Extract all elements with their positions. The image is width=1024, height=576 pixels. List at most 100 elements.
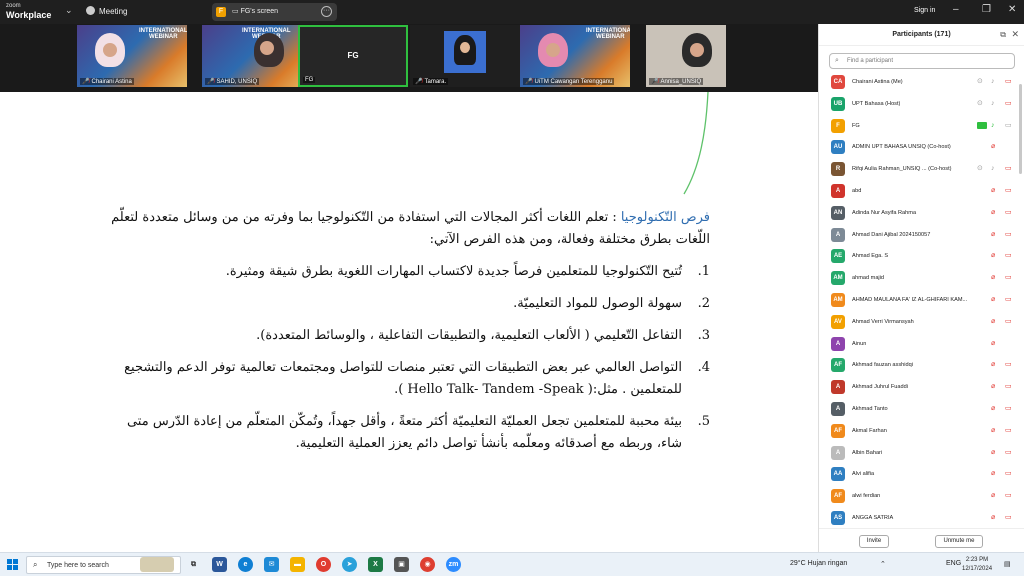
edge-icon[interactable]: e — [238, 557, 253, 572]
video-off-icon[interactable]: ▭ — [1005, 318, 1012, 326]
tray-overflow-icon[interactable]: ⌃ — [880, 560, 886, 568]
mic-muted-icon[interactable]: ⌀ — [991, 492, 995, 500]
mic-muted-icon[interactable]: ⌀ — [991, 143, 995, 151]
mic-muted-icon[interactable]: ⌀ — [991, 470, 995, 478]
notification-icon[interactable]: ▤ — [1004, 560, 1011, 568]
participant-row[interactable]: R Rifqi Aulia Rahman_UNSIQ ... (Co-host) ⊙… — [819, 159, 1024, 181]
participant-row[interactable]: A Ainun ⌀ — [819, 334, 1024, 356]
participant-row[interactable]: AM AHMAD MAULANA FA' IZ AL-GHIFARI KAM...… — [819, 290, 1024, 312]
raise-hand-icon[interactable]: ⊙ — [977, 165, 983, 173]
video-off-icon[interactable]: ▭ — [1005, 78, 1012, 86]
video-on-icon[interactable] — [977, 121, 987, 129]
mic-icon[interactable]: ♪ — [991, 78, 995, 86]
opera-icon[interactable]: O — [316, 557, 331, 572]
mic-muted-icon[interactable]: ⌀ — [991, 209, 995, 217]
sign-in-link[interactable]: Sign in — [914, 7, 935, 14]
video-off-icon[interactable]: ▭ — [1005, 514, 1012, 522]
close-panel-icon[interactable]: ✕ — [1011, 29, 1019, 40]
participant-row[interactable]: A Akhmad Juhrul Fuaddi ⌀ ▭ — [819, 377, 1024, 399]
video-tile[interactable]: INTERNATIONAL WEBINAR 🎤̸ Chairani Astina — [77, 25, 187, 87]
video-off-icon[interactable]: ▭ — [1005, 296, 1012, 304]
task-view-icon[interactable]: ⧉ — [186, 557, 201, 572]
file-explorer-icon[interactable]: ▬ — [290, 557, 305, 572]
video-tile[interactable]: 🎤̸ Tamara. — [410, 25, 520, 87]
language-indicator[interactable]: ENG — [946, 560, 961, 567]
participant-row[interactable]: AU ADMIN UPT BAHASA UNSIQ (Co-host) ⌀ — [819, 137, 1024, 159]
raise-hand-icon[interactable]: ⊙ — [977, 100, 983, 108]
mic-muted-icon[interactable]: ⌀ — [991, 383, 995, 391]
mic-muted-icon[interactable]: ⌀ — [991, 427, 995, 435]
video-tile[interactable]: INTERNATIONALWEBINAR 🎤̸SAHID, UNSIQ — [202, 25, 312, 87]
video-off-icon[interactable]: ▭ — [1005, 209, 1012, 217]
mic-muted-icon[interactable]: ⌀ — [991, 252, 995, 260]
participant-row[interactable]: AV Ahmad Verri Virmansyah ⌀ ▭ — [819, 312, 1024, 334]
mic-muted-icon[interactable]: ⌀ — [991, 405, 995, 413]
video-off-icon[interactable]: ▭ — [1005, 492, 1012, 500]
mic-icon[interactable]: ♪ — [991, 122, 995, 130]
minimize-icon[interactable]: – — [953, 4, 959, 15]
video-off-icon[interactable]: ▭ — [1005, 122, 1012, 130]
invite-button[interactable]: Invite — [859, 535, 889, 548]
video-tile[interactable]: INTERNATIONAL WEBINAR 🎤̸ UiTM Cawangan Ter… — [520, 25, 630, 87]
mic-muted-icon[interactable]: ⌀ — [991, 187, 995, 195]
weather-widget[interactable]: 29°C Hujan ringan — [790, 560, 847, 567]
video-off-icon[interactable]: ▭ — [1005, 405, 1012, 413]
video-tile-active-speaker[interactable]: FG FG — [298, 25, 408, 87]
participant-row[interactable]: AF alwi ferdian ⌀ ▭ — [819, 486, 1024, 508]
mic-muted-icon[interactable]: ⌀ — [991, 361, 995, 369]
news-widget-icon[interactable] — [140, 557, 174, 572]
participant-row[interactable]: CA Chairani Astina (Me) ⊙ ♪ ▭ — [819, 72, 1024, 94]
mic-muted-icon[interactable]: ⌀ — [991, 274, 995, 282]
close-icon[interactable]: ✕ — [1008, 4, 1016, 15]
video-off-icon[interactable]: ▭ — [1005, 449, 1012, 457]
chevron-down-icon[interactable]: ⌄ — [65, 5, 73, 16]
participant-row[interactable]: A Albin Bahari ⌀ ▭ — [819, 443, 1024, 465]
participant-row[interactable]: AE Ahmad Ega. S ⌀ ▭ — [819, 246, 1024, 268]
word-icon[interactable]: W — [212, 557, 227, 572]
participant-row[interactable]: A Akhmad Tanto ⌀ ▭ — [819, 399, 1024, 421]
video-off-icon[interactable]: ▭ — [1005, 274, 1012, 282]
mic-muted-icon[interactable]: ⌀ — [991, 318, 995, 326]
more-options-icon[interactable]: ··· — [321, 6, 332, 17]
app-icon[interactable]: ▣ — [394, 557, 409, 572]
video-off-icon[interactable]: ▭ — [1005, 383, 1012, 391]
mic-muted-icon[interactable]: ⌀ — [991, 231, 995, 239]
video-off-icon[interactable]: ▭ — [1005, 100, 1012, 108]
video-off-icon[interactable]: ▭ — [1005, 427, 1012, 435]
video-off-icon[interactable]: ▭ — [1005, 231, 1012, 239]
clock[interactable]: 2:23 PM 12/17/2024 — [962, 556, 992, 574]
mic-muted-icon[interactable]: ⌀ — [991, 514, 995, 522]
mic-icon[interactable]: ♪ — [991, 165, 995, 173]
participant-row[interactable]: AF Akhmad fauzan asshidqi ⌀ ▭ — [819, 355, 1024, 377]
participant-row[interactable]: AF Akmal Farhan ⌀ ▭ — [819, 421, 1024, 443]
screen-share-indicator[interactable]: F ▭ FG's screen ··· — [212, 3, 337, 21]
video-off-icon[interactable]: ▭ — [1005, 470, 1012, 478]
telegram-icon[interactable]: ➤ — [342, 557, 357, 572]
participant-row[interactable]: AA Alvi alifia ⌀ ▭ — [819, 464, 1024, 486]
pop-out-icon[interactable]: ⧉ — [1000, 30, 1006, 40]
participant-row[interactable]: AN Adinda Nur Asyifa Rahma ⌀ ▭ — [819, 203, 1024, 225]
mic-icon[interactable]: ♪ — [991, 100, 995, 108]
mic-muted-icon[interactable]: ⌀ — [991, 296, 995, 304]
mic-muted-icon[interactable]: ⌀ — [991, 449, 995, 457]
participant-row[interactable]: UB UPT Bahasa (Host) ⊙ ♪ ▭ — [819, 94, 1024, 116]
unmute-me-button[interactable]: Unmute me — [935, 535, 983, 548]
participant-search-input[interactable]: ⌕ Find a participant — [829, 53, 1015, 69]
raise-hand-icon[interactable]: ⊙ — [977, 78, 983, 86]
zoom-icon[interactable]: zm — [446, 557, 461, 572]
participant-row[interactable]: A Ahmad Dani Ajibal 2024150057 ⌀ ▭ — [819, 225, 1024, 247]
maximize-icon[interactable]: ❐ — [982, 4, 991, 15]
participant-row[interactable]: F FG ♪ ▭ — [819, 116, 1024, 138]
scrollbar[interactable] — [1019, 84, 1022, 174]
video-off-icon[interactable]: ▭ — [1005, 187, 1012, 195]
mic-muted-icon[interactable]: ⌀ — [991, 340, 995, 348]
video-tile[interactable]: 🎤̸ Annisa_UNSIQ — [646, 25, 726, 87]
participant-row[interactable]: AM ahmad majid ⌀ ▭ — [819, 268, 1024, 290]
participant-row[interactable]: Aabd ⌀ ▭ — [819, 181, 1024, 203]
chrome-icon[interactable]: ◉ — [420, 557, 435, 572]
excel-icon[interactable]: X — [368, 557, 383, 572]
participant-row[interactable]: AS ANGGA SATRIA ⌀ ▭ — [819, 508, 1024, 530]
mail-icon[interactable]: ✉ — [264, 557, 279, 572]
meeting-info-button[interactable]: Meeting — [86, 6, 127, 16]
video-off-icon[interactable]: ▭ — [1005, 361, 1012, 369]
